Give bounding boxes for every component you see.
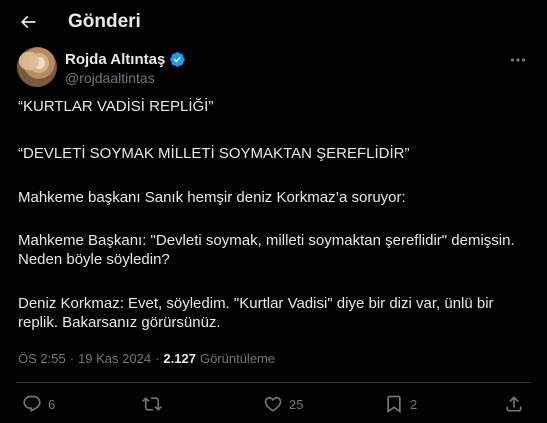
- repost-icon: [142, 397, 162, 411]
- bookmark-icon: [387, 395, 401, 414]
- heart-icon: [264, 396, 282, 412]
- back-button[interactable]: [14, 8, 42, 36]
- bookmark-count: 2: [410, 396, 418, 412]
- meta-separator: ·: [69, 351, 75, 366]
- avatar[interactable]: [17, 47, 57, 87]
- views-label: Görüntüleme: [199, 351, 276, 366]
- more-dots-icon: [510, 58, 526, 62]
- repost-button[interactable]: [142, 394, 168, 414]
- verified-badge-icon: [170, 52, 186, 67]
- author-name[interactable]: Rojda Altıntaş: [65, 51, 165, 68]
- tweet-paragraph: “DEVLETİ SOYMAK MİLLETİ SOYMAKTAN ŞEREFL…: [18, 145, 410, 162]
- reply-button[interactable]: 6: [22, 394, 55, 414]
- tweet-meta: ÖS 2:55 · 19 Kas 2024 · 2.127 Görüntülem…: [18, 351, 275, 366]
- share-icon: [506, 396, 522, 412]
- share-button[interactable]: [504, 394, 524, 414]
- author-name-row: Rojda Altıntaş: [65, 51, 186, 68]
- tweet-time[interactable]: ÖS 2:55: [18, 351, 66, 366]
- tweet-paragraph: Mahkeme başkanı Sanık hemşir deniz Korkm…: [18, 189, 406, 206]
- more-button[interactable]: [508, 53, 528, 67]
- author-handle[interactable]: @rojdaaltintas: [65, 70, 155, 86]
- reply-icon: [23, 395, 41, 413]
- divider: [16, 382, 531, 383]
- tweet-paragraph: Mahkeme Başkanı: "Devleti soymak, millet…: [18, 232, 515, 268]
- like-count: 25: [289, 396, 304, 412]
- tweet-paragraph: “KURTLAR VADİSİ REPLİĞİ”: [18, 98, 214, 115]
- meta-separator: ·: [155, 351, 160, 366]
- views-count: 2.127: [163, 351, 196, 366]
- reply-count: 6: [48, 396, 56, 412]
- arrow-left-icon: [20, 15, 36, 29]
- bookmark-button[interactable]: 2: [384, 394, 417, 414]
- tweet-paragraph: Deniz Korkmaz: Evet, söyledim. "Kurtlar …: [18, 295, 494, 331]
- tweet-date[interactable]: 19 Kas 2024: [78, 351, 151, 366]
- like-button[interactable]: 25: [263, 394, 303, 414]
- top-bar: Gönderi: [0, 0, 547, 44]
- action-bar: 6 25 2: [0, 392, 547, 418]
- page-title: Gönderi: [68, 11, 141, 32]
